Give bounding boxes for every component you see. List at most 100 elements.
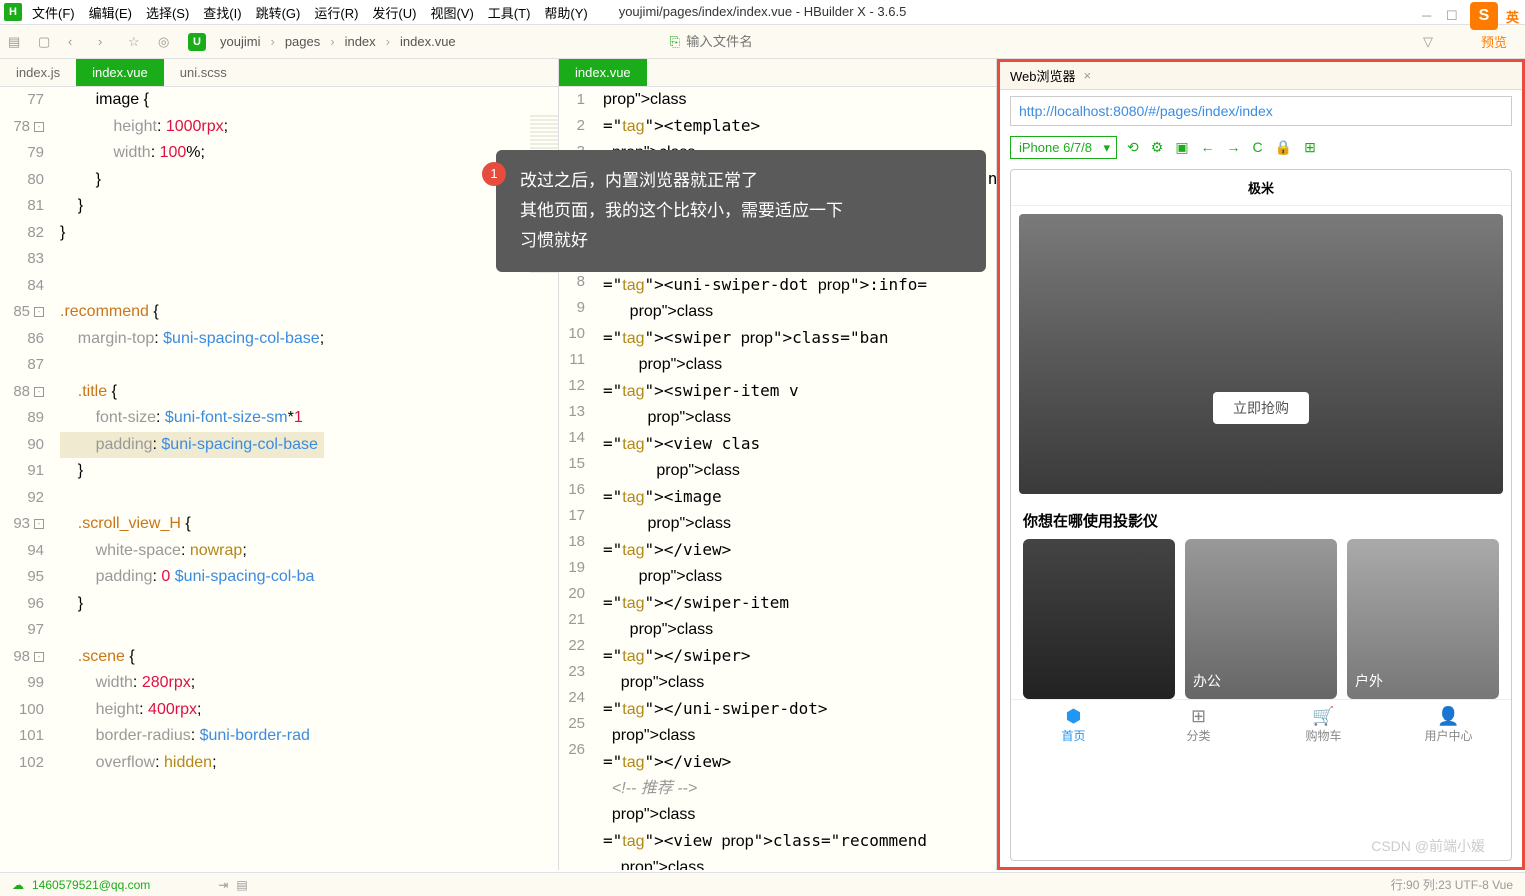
close-icon[interactable]: ×: [1084, 68, 1092, 83]
sogou-ime-icon[interactable]: S: [1470, 2, 1498, 30]
screenshot-icon[interactable]: ▣: [1175, 139, 1188, 156]
window-title: youjimi/pages/index/index.vue - HBuilder…: [619, 4, 907, 19]
forward-icon[interactable]: ›: [98, 34, 114, 50]
preview-tabs: Web浏览器 ×: [1000, 62, 1522, 90]
menu-help[interactable]: 帮助(Y): [544, 3, 587, 22]
back-icon[interactable]: ‹: [68, 34, 84, 50]
menu-view[interactable]: 视图(V): [430, 3, 473, 22]
tabbar-category[interactable]: ⊞ 分类: [1136, 700, 1261, 750]
phone-header: 极米: [1011, 170, 1511, 206]
menu-file[interactable]: 文件(F): [32, 3, 75, 22]
left-editor: index.js index.vue uni.scss 777879808182…: [0, 59, 558, 870]
tab-uniscss[interactable]: uni.scss: [164, 59, 243, 86]
user-icon: 👤: [1386, 706, 1511, 727]
crumb-badge: U: [188, 33, 206, 51]
file-search: ⎘: [670, 34, 866, 50]
crumb-1[interactable]: pages: [285, 34, 320, 49]
banner-cta-button[interactable]: 立即抢购: [1213, 392, 1309, 424]
watermark: CSDN @前端小媛: [1371, 836, 1485, 856]
gear-icon[interactable]: ⚙: [1151, 139, 1164, 156]
file-search-input[interactable]: [686, 34, 866, 49]
refresh-icon[interactable]: ⟲: [1127, 139, 1139, 156]
home-icon: ⬢: [1011, 706, 1136, 727]
tabbar-cart[interactable]: 🛒 购物车: [1261, 700, 1386, 750]
tabbar-label: 首页: [1061, 729, 1085, 743]
card-label: 户外: [1347, 663, 1391, 699]
menu-items: 文件(F) 编辑(E) 选择(S) 查找(I) 跳转(G) 运行(R) 发行(U…: [32, 3, 588, 22]
left-code-area[interactable]: 7778798081828384858687888990919293949596…: [0, 87, 558, 870]
nav-forward-icon[interactable]: →: [1227, 139, 1241, 156]
folder-icon[interactable]: ▢: [38, 34, 54, 50]
crumb-sep: ›: [270, 34, 274, 49]
menu-goto[interactable]: 跳转(G): [256, 3, 301, 22]
category-icon: ⊞: [1136, 706, 1261, 727]
reload-icon[interactable]: C: [1253, 139, 1263, 156]
maximize-icon[interactable]: ☐: [1446, 8, 1462, 24]
minimize-icon[interactable]: ─: [1422, 8, 1438, 24]
statusbar: ☁ 1460579521@qq.com ⇥ ▤ 行:90 列:23 UTF-8 …: [0, 872, 1525, 896]
crumb-2[interactable]: index: [345, 34, 376, 49]
status-right: 行:90 列:23 UTF-8 Vue: [1391, 876, 1513, 893]
app-icon: H: [4, 3, 22, 21]
left-gutter: 7778798081828384858687888990919293949596…: [0, 87, 50, 776]
right-tabs: index.vue: [559, 59, 996, 87]
menu-tools[interactable]: 工具(T): [488, 3, 531, 22]
crumb-0[interactable]: youjimi: [220, 34, 260, 49]
menu-find[interactable]: 查找(I): [203, 3, 241, 22]
filter-icon[interactable]: ▽: [1423, 34, 1433, 50]
url-input[interactable]: [1010, 96, 1512, 126]
toolbar: ▤ ▢ ‹ › ☆ ◎ U youjimi › pages › index › …: [0, 25, 1525, 59]
url-bar: [1000, 90, 1522, 132]
tooltip-line1: 改过之后，内置浏览器就正常了: [520, 166, 962, 196]
breadcrumb: youjimi › pages › index › index.vue: [220, 34, 456, 49]
menu-run[interactable]: 运行(R): [314, 3, 358, 22]
menubar: H 文件(F) 编辑(E) 选择(S) 查找(I) 跳转(G) 运行(R) 发行…: [0, 0, 1525, 25]
lock-icon[interactable]: 🔒: [1275, 139, 1292, 156]
star-icon[interactable]: ☆: [128, 34, 144, 50]
tabbar-home[interactable]: ⬢ 首页: [1011, 700, 1136, 750]
explorer-icon[interactable]: ▤: [8, 34, 24, 50]
tabbar-label: 购物车: [1305, 729, 1341, 743]
new-file-icon[interactable]: ⎘: [670, 34, 680, 50]
tooltip-line3: 习惯就好: [520, 226, 962, 256]
indent-icon[interactable]: ⇥: [218, 878, 228, 892]
status-email[interactable]: 1460579521@qq.com: [32, 878, 150, 892]
tab-indexvue[interactable]: index.vue: [76, 59, 164, 86]
crumb-sep: ›: [330, 34, 334, 49]
card-2[interactable]: 户外: [1347, 539, 1499, 699]
cards-row: 办公 户外: [1011, 539, 1511, 699]
left-tabs: index.js index.vue uni.scss: [0, 59, 558, 87]
tab-indexjs[interactable]: index.js: [0, 59, 76, 86]
target-icon[interactable]: ◎: [158, 34, 174, 50]
menu-select[interactable]: 选择(S): [146, 3, 189, 22]
preview-tab-label[interactable]: Web浏览器: [1010, 66, 1076, 85]
tabbar-label: 用户中心: [1424, 729, 1472, 743]
phone-frame: 极米 立即抢购 你想在哪使用投影仪 办公 户外 ⬢ 首页 ⊞ 分类 🛒 购物车 👤 用户…: [1010, 169, 1512, 861]
card-label: [1023, 683, 1039, 699]
crumb-3[interactable]: index.vue: [400, 34, 456, 49]
crumb-sep: ›: [386, 34, 390, 49]
lang-indicator[interactable]: 英: [1506, 7, 1519, 26]
dev-toolbar: ⟲ ⚙ ▣ ← → C 🔒 ⊞: [1127, 139, 1316, 156]
annotation-number: 1: [482, 162, 506, 186]
device-row: iPhone 6/7/8 ⟲ ⚙ ▣ ← → C 🔒 ⊞: [1000, 132, 1522, 163]
section-title: 你想在哪使用投影仪: [1011, 502, 1511, 539]
device-select[interactable]: iPhone 6/7/8: [1010, 136, 1117, 159]
tab-right-indexvue[interactable]: index.vue: [559, 59, 647, 86]
nav-back-icon[interactable]: ←: [1201, 139, 1215, 156]
cart-icon: 🛒: [1261, 706, 1386, 727]
terminal-icon[interactable]: ▤: [236, 878, 247, 892]
menu-edit[interactable]: 编辑(E): [89, 3, 132, 22]
tabbar-label: 分类: [1186, 729, 1210, 743]
tooltip-line2: 其他页面，我的这个比较小，需要适应一下: [520, 196, 962, 226]
sync-icon[interactable]: ☁: [12, 878, 24, 892]
grid-icon[interactable]: ⊞: [1304, 139, 1316, 156]
menu-publish[interactable]: 发行(U): [372, 3, 416, 22]
tabbar: ⬢ 首页 ⊞ 分类 🛒 购物车 👤 用户中心: [1011, 699, 1511, 750]
card-1[interactable]: 办公: [1185, 539, 1337, 699]
tabbar-user[interactable]: 👤 用户中心: [1386, 700, 1511, 750]
banner-image[interactable]: 立即抢购: [1019, 214, 1503, 494]
left-code[interactable]: image { height: 1000rpx; width: 100%; } …: [60, 87, 324, 776]
card-0[interactable]: [1023, 539, 1175, 699]
preview-button[interactable]: 预览: [1481, 32, 1507, 51]
